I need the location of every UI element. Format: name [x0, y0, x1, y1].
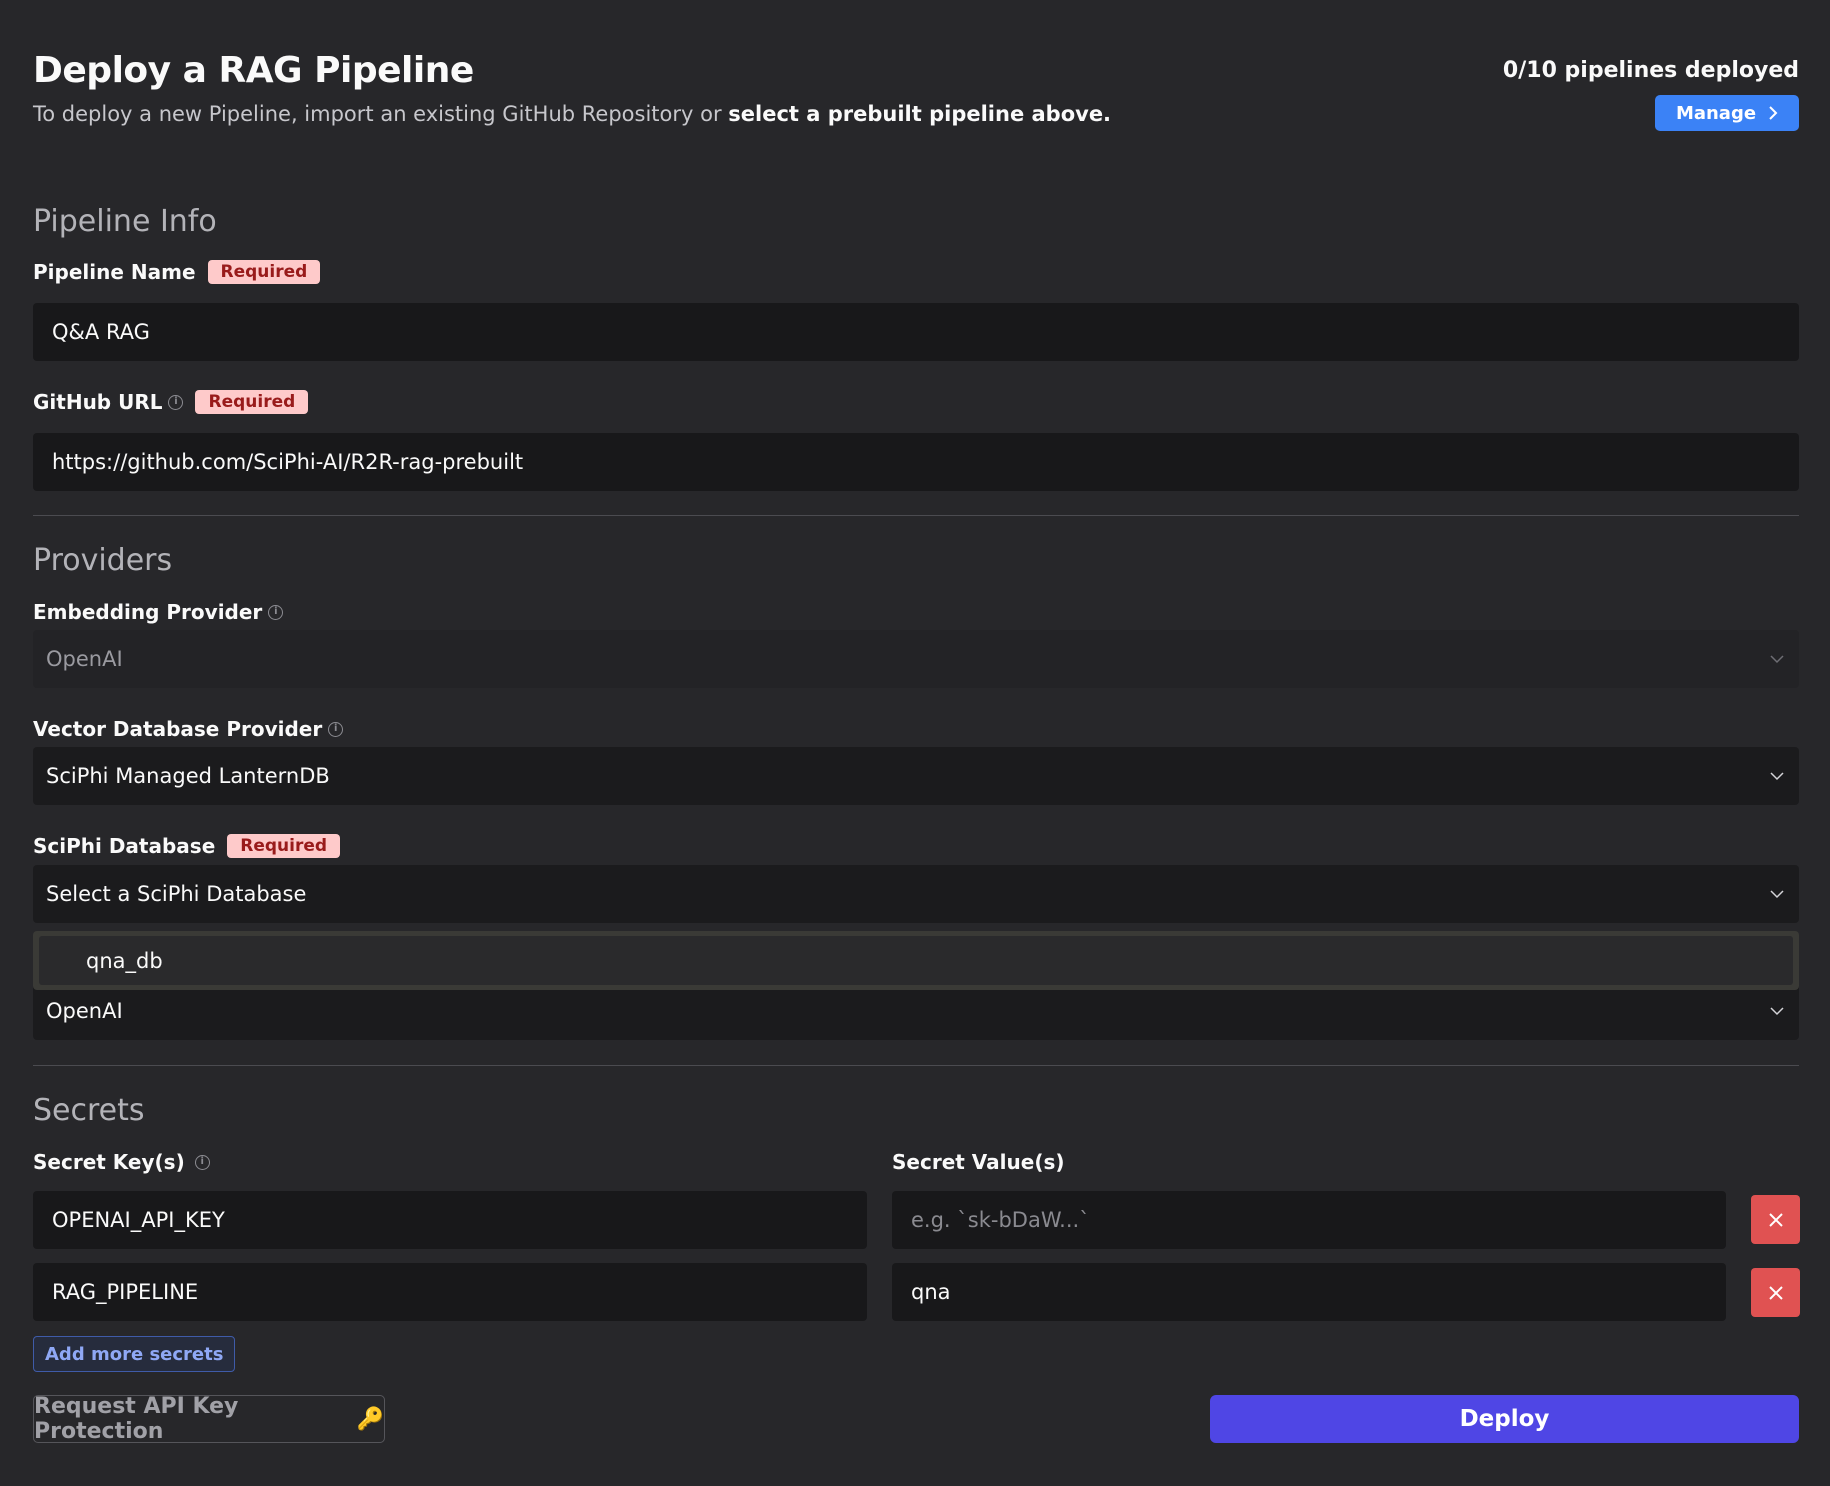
- required-badge: Required: [207, 260, 321, 284]
- llm-provider-select[interactable]: OpenAI: [33, 982, 1799, 1040]
- manage-label: Manage: [1675, 102, 1757, 124]
- sciphi-database-label-text: SciPhi Database: [33, 834, 216, 858]
- divider: [33, 1065, 1799, 1066]
- key-icon: 🔑: [356, 1406, 384, 1432]
- info-icon[interactable]: i: [328, 721, 344, 737]
- required-badge: Required: [227, 834, 341, 858]
- page-subtitle: To deploy a new Pipeline, import an exis…: [33, 102, 1111, 126]
- section-title-pipeline-info: Pipeline Info: [33, 204, 217, 239]
- deploy-pipeline-page: Deploy a RAG Pipeline To deploy a new Pi…: [0, 0, 1830, 1486]
- sciphi-database-select[interactable]: Select a SciPhi Database: [33, 865, 1799, 923]
- secret-keys-label-text: Secret Key(s): [33, 1150, 185, 1174]
- delete-secret-button[interactable]: [1751, 1195, 1800, 1244]
- subtitle-bold-text: select a prebuilt pipeline above.: [728, 102, 1112, 126]
- sciphi-database-value: Select a SciPhi Database: [46, 882, 307, 906]
- dropdown-option[interactable]: qna_db: [39, 936, 1793, 985]
- request-api-key-protection-label: Request API Key Protection: [34, 1394, 239, 1444]
- subtitle-text: To deploy a new Pipeline, import an exis…: [33, 102, 729, 126]
- pipeline-name-label-text: Pipeline Name: [33, 260, 196, 284]
- pipelines-deployed-count: 0/10 pipelines deployed: [1502, 58, 1799, 83]
- deploy-button[interactable]: Deploy: [1210, 1395, 1799, 1443]
- chevron-right-icon: [1769, 106, 1778, 120]
- sciphi-database-dropdown: qna_db: [33, 931, 1799, 990]
- section-title-secrets: Secrets: [33, 1093, 145, 1128]
- vector-db-provider-label: Vector Database Provider i: [33, 717, 344, 741]
- pipeline-name-label: Pipeline Name Required: [33, 260, 321, 284]
- vector-db-provider-label-text: Vector Database Provider: [33, 717, 323, 741]
- chevron-down-icon: [1770, 655, 1784, 664]
- request-api-key-protection-button[interactable]: Request API Key Protection 🔑: [33, 1394, 385, 1444]
- secret-values-label: Secret Value(s): [892, 1150, 1065, 1174]
- secret-value-input[interactable]: e.g. `sk-bDaW...`: [892, 1191, 1726, 1249]
- github-url-label-text: GitHub URL: [33, 390, 163, 414]
- info-icon[interactable]: i: [168, 394, 184, 410]
- divider: [33, 515, 1799, 516]
- chevron-down-icon: [1770, 890, 1784, 899]
- pipeline-name-input[interactable]: Q&A RAG: [33, 303, 1799, 361]
- vector-db-provider-select[interactable]: SciPhi Managed LanternDB: [33, 747, 1799, 805]
- page-title: Deploy a RAG Pipeline: [33, 50, 474, 91]
- secret-value-input[interactable]: qna: [892, 1263, 1726, 1321]
- manage-button[interactable]: Manage: [1655, 95, 1799, 131]
- section-title-providers: Providers: [33, 543, 173, 578]
- chevron-down-icon: [1770, 772, 1784, 781]
- close-icon: [1768, 1212, 1783, 1227]
- embedding-provider-value: OpenAI: [46, 647, 123, 671]
- vector-db-provider-value: SciPhi Managed LanternDB: [46, 764, 330, 788]
- info-icon[interactable]: i: [268, 604, 284, 620]
- add-more-secrets-button[interactable]: Add more secrets: [33, 1336, 236, 1372]
- github-url-input[interactable]: https://github.com/SciPhi-AI/R2R-rag-pre…: [33, 433, 1799, 491]
- llm-provider-value: OpenAI: [46, 999, 123, 1023]
- sciphi-database-label: SciPhi Database Required: [33, 834, 341, 858]
- required-badge: Required: [195, 390, 309, 414]
- chevron-down-icon: [1770, 1007, 1784, 1016]
- secret-keys-label: Secret Key(s) i: [33, 1150, 210, 1174]
- embedding-provider-label: Embedding Provider i: [33, 600, 284, 624]
- close-icon: [1768, 1285, 1783, 1300]
- secret-key-input[interactable]: OPENAI_API_KEY: [33, 1191, 867, 1249]
- info-icon[interactable]: i: [194, 1154, 210, 1170]
- secret-key-input[interactable]: RAG_PIPELINE: [33, 1263, 867, 1321]
- embedding-provider-select[interactable]: OpenAI: [33, 630, 1799, 688]
- github-url-label: GitHub URL i Required: [33, 390, 309, 414]
- delete-secret-button[interactable]: [1751, 1268, 1800, 1317]
- embedding-provider-label-text: Embedding Provider: [33, 600, 263, 624]
